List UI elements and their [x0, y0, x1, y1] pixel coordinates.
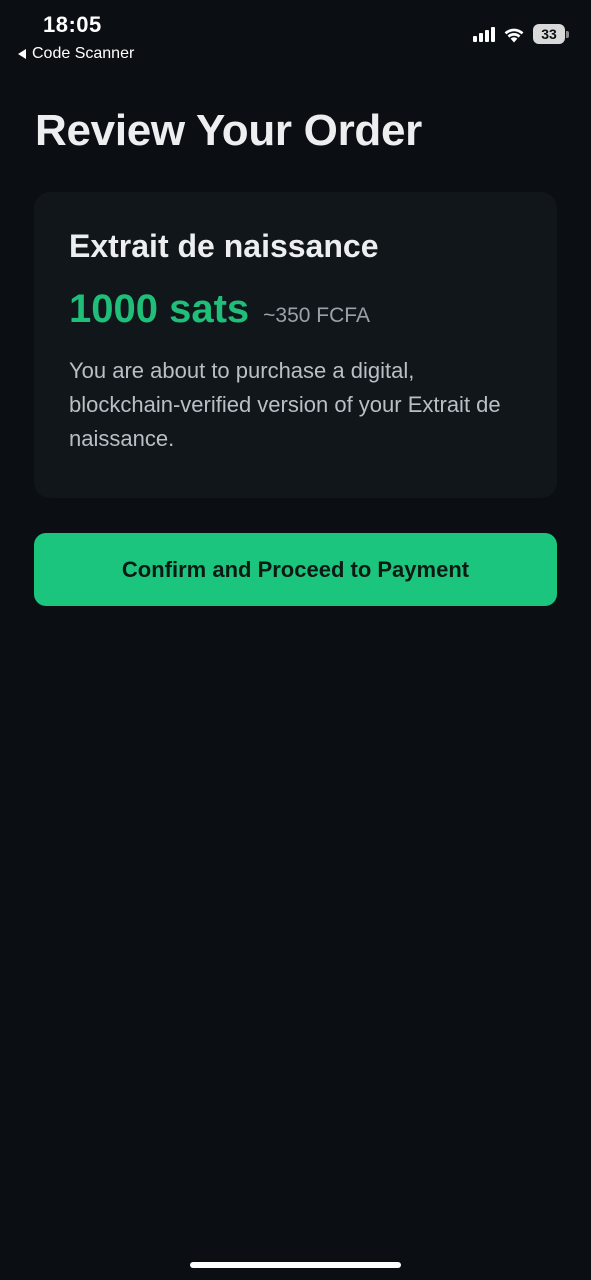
price-sats: 1000 sats: [69, 287, 250, 331]
battery-level: 33: [541, 26, 557, 42]
confirm-payment-button[interactable]: Confirm and Proceed to Payment: [34, 533, 557, 606]
order-summary-card: Extrait de naissance 1000 sats ~350 FCFA…: [34, 192, 557, 498]
back-label: Code Scanner: [32, 45, 135, 62]
battery-icon: 33: [533, 24, 569, 44]
home-indicator[interactable]: [190, 1262, 401, 1268]
review-order-screen: 18:05 Code Scanner 33 Review Your Order …: [0, 0, 591, 1280]
page-title: Review Your Order: [35, 106, 422, 155]
status-indicators: 33: [473, 24, 569, 44]
price-row: 1000 sats ~350 FCFA: [69, 287, 522, 332]
back-arrow-icon: [18, 49, 26, 59]
wifi-icon: [504, 28, 524, 42]
back-button[interactable]: Code Scanner: [18, 45, 134, 63]
order-description: You are about to purchase a digital, blo…: [69, 358, 501, 451]
cellular-signal-icon: [473, 26, 495, 42]
price-fiat: ~350 FCFA: [263, 304, 370, 327]
product-name: Extrait de naissance: [69, 228, 379, 264]
status-time: 18:05: [43, 12, 102, 37]
